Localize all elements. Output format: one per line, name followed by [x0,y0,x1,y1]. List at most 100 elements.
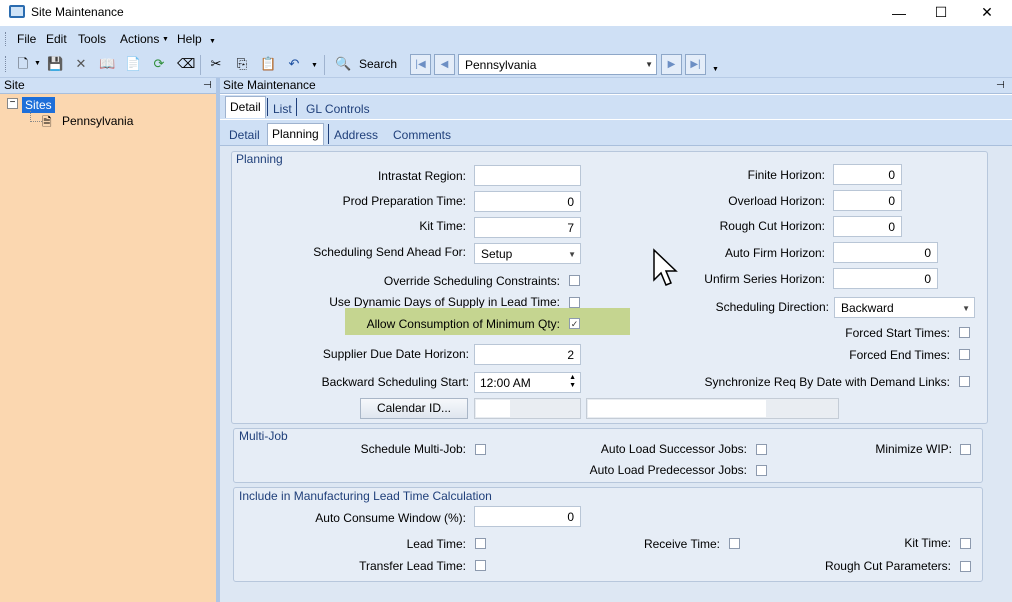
auto-successor-checkbox[interactable] [756,444,767,455]
main-panel-title: Site Maintenance [223,78,316,92]
top-tab-strip: Detail List GL Controls [220,95,1012,119]
forced-end-checkbox[interactable] [959,349,970,360]
kit-time-field[interactable]: 7 [474,217,581,238]
maximize-button[interactable]: ☐ [918,0,964,25]
menu-actions[interactable]: Actions [120,32,159,46]
sched-direction-combo[interactable]: Backward ▼ [834,297,975,318]
unfirm-series-field[interactable]: 0 [833,268,938,289]
search-icon[interactable]: 🔍 [335,56,351,72]
tree-panel-title: Site [4,78,25,92]
prod-prep-time-label: Prod Preparation Time: [342,194,466,208]
supplier-due-label: Supplier Due Date Horizon: [322,347,469,361]
leadtime-group-title: Include in Manufacturing Lead Time Calcu… [239,489,492,503]
menu-edit[interactable]: Edit [46,32,67,46]
finite-horizon-field[interactable]: 0 [833,164,902,185]
sync-req-checkbox[interactable] [959,376,970,387]
forced-start-label: Forced Start Times: [845,326,950,340]
schedule-multijob-checkbox[interactable] [475,444,486,455]
dynamic-days-checkbox[interactable] [569,297,580,308]
pin-icon[interactable]: ⊣ [996,78,1005,93]
subtab-address[interactable]: Address [334,128,378,142]
document-icon: 🗎 [42,115,52,129]
clear-icon[interactable]: ⌫ [177,56,195,72]
tree-panel [0,78,216,602]
schedule-multijob-label: Schedule Multi-Job: [360,442,466,456]
tree-panel-header: Site ⊣ [0,78,216,94]
backward-start-value: 12:00 AM [480,376,531,390]
attachment-icon[interactable]: 📖 [99,56,115,72]
menu-tools[interactable]: Tools [78,32,106,46]
tab-gl-controls[interactable]: GL Controls [306,102,370,116]
rough-cut-horizon-field[interactable]: 0 [833,216,902,237]
refresh-icon[interactable]: ⟳ [151,56,167,72]
tab-list[interactable]: List [273,102,292,116]
prev-record-button[interactable]: ◀ [434,54,455,75]
supplier-due-field[interactable]: 2 [474,344,581,365]
menu-file[interactable]: File [17,32,36,46]
window-title: Site Maintenance [31,5,124,19]
auto-consume-field[interactable]: 0 [474,506,581,527]
toolbar-separator [200,55,201,75]
auto-firm-horizon-field[interactable]: 0 [833,242,938,263]
search-button[interactable]: Search [359,57,397,71]
close-button[interactable]: ✕ [964,0,1010,25]
minimize-button[interactable]: — [876,0,922,25]
new-icon[interactable]: 🗋 [15,56,31,72]
first-record-button[interactable]: |◀ [410,54,431,75]
sync-req-label: Synchronize Req By Date with Demand Link… [704,375,950,389]
auto-predecessor-checkbox[interactable] [756,465,767,476]
paste-icon[interactable]: 📋 [260,56,276,72]
mouse-cursor-icon [653,248,678,286]
minimize-wip-checkbox[interactable] [960,444,971,455]
last-record-button[interactable]: ▶| [685,54,706,75]
lead-time-checkbox[interactable] [475,538,486,549]
site-navigator-combo[interactable]: Pennsylvania ▼ [458,54,657,75]
collapse-icon[interactable]: − [7,98,18,109]
subtab-planning[interactable]: Planning [267,123,324,145]
toolbar-separator [324,55,325,75]
save-icon[interactable]: 💾 [47,56,63,72]
send-ahead-combo[interactable]: Setup ▼ [474,243,581,264]
copy-doc-icon[interactable]: 📄 [125,56,141,72]
menu-help[interactable]: Help [177,32,202,46]
intrastat-region-field[interactable] [474,165,581,186]
multijob-group-title: Multi-Job [239,429,288,443]
spin-icon[interactable]: ▲ ▼ [569,374,576,390]
allow-min-qty-checkbox[interactable]: ✓ [569,318,580,329]
tab-detail[interactable]: Detail [225,96,266,118]
transfer-lead-checkbox[interactable] [475,560,486,571]
forced-start-checkbox[interactable] [959,327,970,338]
dynamic-days-label: Use Dynamic Days of Supply in Lead Time: [329,295,560,309]
delete-icon[interactable]: ✕ [73,56,89,72]
overload-horizon-field[interactable]: 0 [833,190,902,211]
backward-start-field[interactable]: 12:00 AM ▲ ▼ [474,372,581,393]
chevron-down-icon: ▼ [645,60,653,69]
rough-cut-params-checkbox[interactable] [960,561,971,572]
override-constraints-checkbox[interactable] [569,275,580,286]
toolbar-overflow-icon[interactable]: ▼ [712,66,719,73]
cut-icon[interactable]: ✂ [208,56,224,72]
receive-time-checkbox[interactable] [729,538,740,549]
lead-time-label: Lead Time: [406,537,466,551]
undo-icon[interactable]: ↶ [286,56,302,72]
prod-prep-time-field[interactable]: 0 [474,191,581,212]
main-panel-header: Site Maintenance ⊣ [220,78,1012,94]
subtab-comments[interactable]: Comments [393,128,451,142]
next-record-button[interactable]: ▶ [661,54,682,75]
planning-group-title: Planning [236,152,283,166]
chevron-down-icon: ▼ [568,250,576,259]
lt-kit-time-checkbox[interactable] [960,538,971,549]
new-dropdown-icon[interactable]: ▼ [34,60,41,67]
menu-bar: File Edit Tools Actions ▼ Help ▼ [0,26,1012,50]
tab-divider [296,98,297,116]
pin-icon[interactable]: ⊣ [203,78,212,93]
copy-icon[interactable]: ⎘ [234,56,250,72]
calendar-id-button[interactable]: Calendar ID... [360,398,468,419]
subtab-detail[interactable]: Detail [229,128,260,142]
calendar-id-field[interactable] [474,398,581,419]
undo-dropdown-icon[interactable]: ▼ [311,62,318,69]
menu-overflow-icon[interactable]: ▼ [209,38,216,45]
receive-time-label: Receive Time: [643,537,720,551]
app-icon [9,5,25,18]
tree-node-pennsylvania[interactable]: Pennsylvania [62,114,133,128]
